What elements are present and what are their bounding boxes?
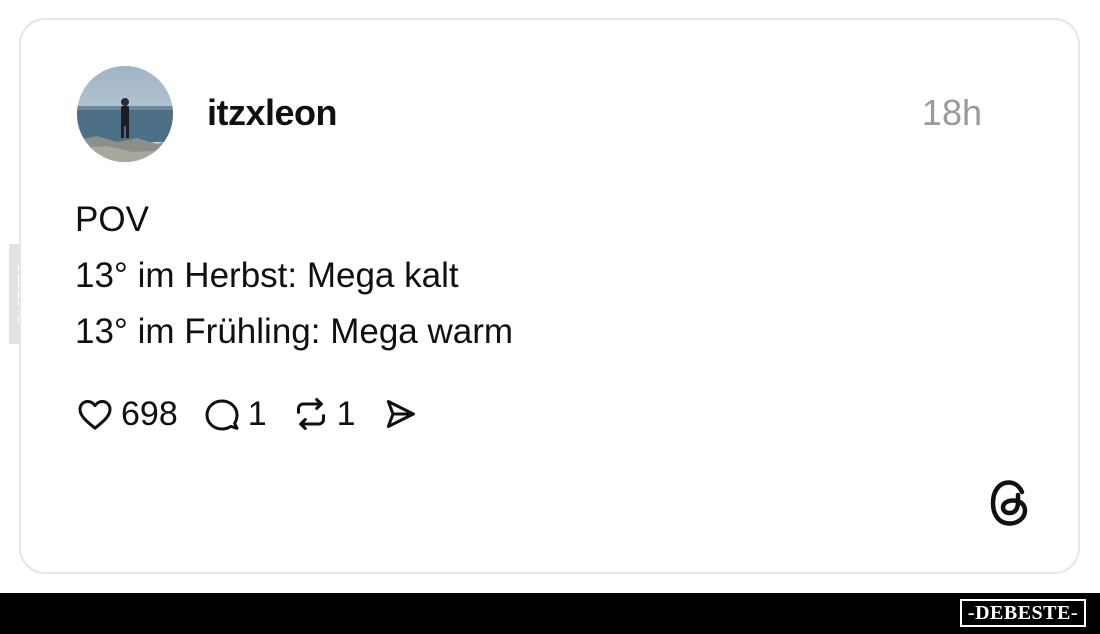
action-bar: 698 1 1 xyxy=(75,392,444,436)
comment-bubble-icon xyxy=(205,399,239,431)
repost-button[interactable]: 1 xyxy=(291,394,356,434)
comment-count: 1 xyxy=(247,394,267,433)
send-icon xyxy=(386,400,415,428)
avatar[interactable] xyxy=(77,66,173,162)
username[interactable]: itzxleon xyxy=(207,92,338,134)
avatar-photo-icon xyxy=(77,66,173,162)
post-line: POV xyxy=(75,200,149,239)
like-count: 698 xyxy=(121,394,178,433)
heart-icon xyxy=(78,400,112,430)
post-line: 13° im Herbst: Mega kalt xyxy=(75,256,459,295)
like-button[interactable]: 698 xyxy=(75,394,178,434)
post-body: POV 13° im Herbst: Mega kalt 13° im Früh… xyxy=(75,192,513,360)
repost-count: 1 xyxy=(336,394,356,433)
post-card: itzxleon 18h POV 13° im Herbst: Mega kal… xyxy=(19,18,1080,574)
share-button[interactable] xyxy=(380,394,420,434)
page: DEBESTE itzxleon xyxy=(0,0,1100,634)
threads-logo-icon[interactable] xyxy=(988,478,1034,528)
footer-bar: -DEBESTE- xyxy=(0,593,1100,634)
post-timestamp: 18h xyxy=(921,92,982,133)
post-line: 13° im Frühling: Mega warm xyxy=(75,312,514,351)
comment-button[interactable]: 1 xyxy=(202,394,267,434)
footer-watermark-logo: -DEBESTE- xyxy=(959,599,1086,627)
repost-icon xyxy=(296,398,325,430)
